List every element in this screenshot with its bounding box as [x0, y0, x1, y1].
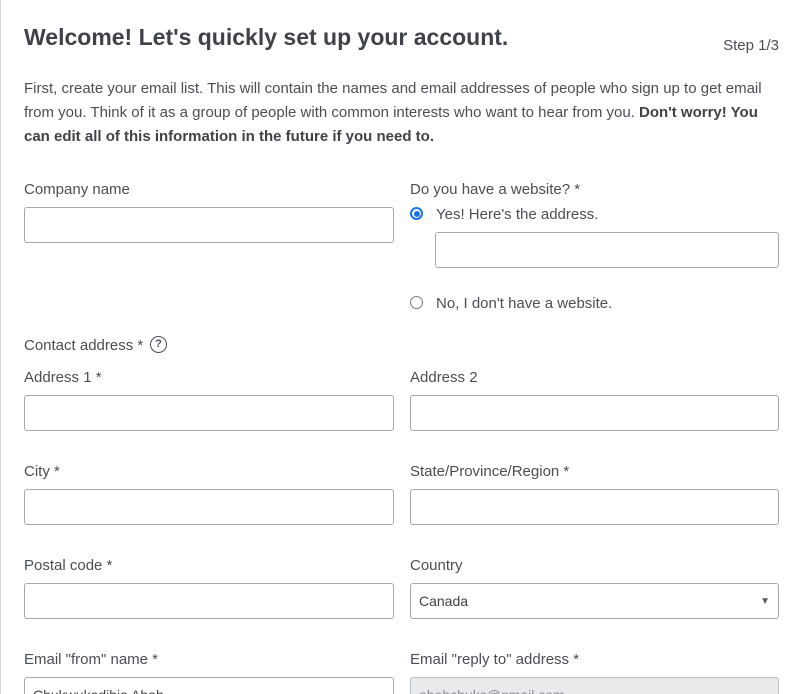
website-yes-radio[interactable] [410, 207, 423, 220]
address2-label: Address 2 [410, 369, 478, 386]
website-no-label[interactable]: No, I don't have a website. [436, 295, 612, 312]
account-setup-dialog: Welcome! Let's quickly set up your accou… [0, 0, 800, 694]
email-reply-to-label: Email "reply to" address * [410, 651, 580, 668]
step-indicator: Step 1/3 [723, 37, 779, 54]
website-question-label: Do you have a website? * [410, 181, 581, 198]
country-select-value: Canada [419, 593, 469, 609]
chevron-down-icon: ▼ [760, 595, 770, 607]
postal-code-input[interactable] [24, 583, 394, 619]
address1-label: Address 1 * [24, 369, 102, 386]
email-from-input[interactable] [24, 677, 394, 694]
country-select[interactable]: Canada ▼ [410, 583, 779, 619]
help-icon[interactable]: ? [150, 336, 167, 353]
city-label: City * [24, 463, 60, 480]
website-yes-label[interactable]: Yes! Here's the address. [436, 206, 598, 223]
company-name-input[interactable] [24, 207, 394, 243]
website-url-input[interactable] [435, 232, 779, 268]
page-title: Welcome! Let's quickly set up your accou… [24, 24, 509, 50]
address2-input[interactable] [410, 395, 779, 431]
state-input[interactable] [410, 489, 779, 525]
contact-address-label: Contact address * [24, 337, 144, 354]
country-label: Country [410, 557, 463, 574]
website-no-radio[interactable] [410, 296, 423, 309]
address1-input[interactable] [24, 395, 394, 431]
intro-text: First, create your email list. This will… [24, 77, 774, 149]
city-input[interactable] [24, 489, 394, 525]
postal-code-label: Postal code * [24, 557, 113, 574]
email-from-label: Email "from" name * [24, 651, 159, 668]
state-label: State/Province/Region * [410, 463, 570, 480]
company-name-label: Company name [24, 181, 130, 198]
email-reply-to-input [410, 677, 779, 694]
